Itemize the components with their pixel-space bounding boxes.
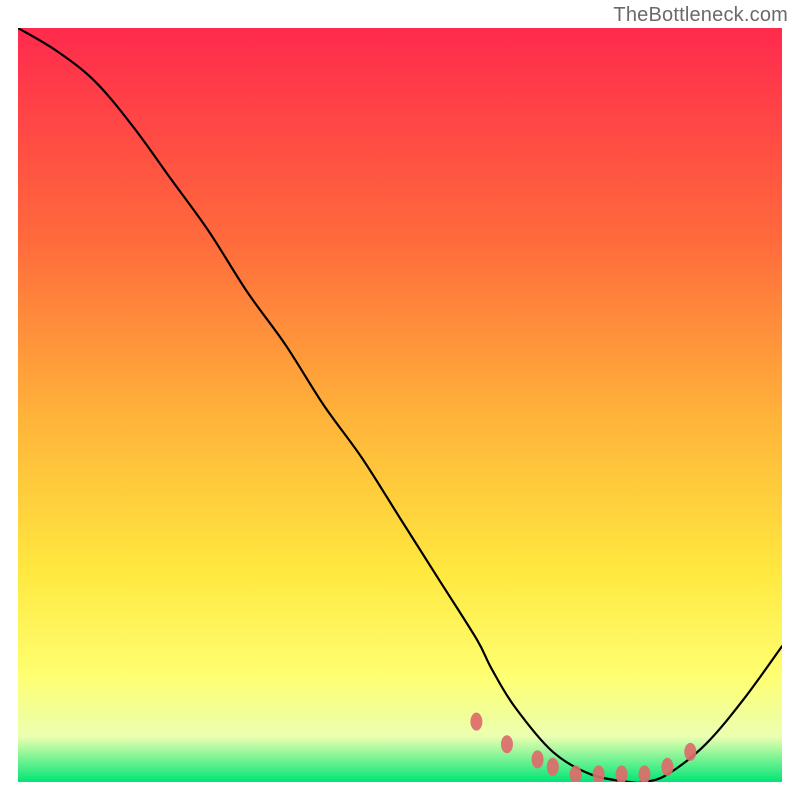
optimal-dot — [501, 735, 513, 753]
optimal-dot — [684, 743, 696, 761]
optimal-dot — [547, 758, 559, 776]
chart-svg — [18, 28, 782, 782]
optimal-dot — [661, 758, 673, 776]
attribution-text: TheBottleneck.com — [613, 4, 788, 27]
plot-area — [18, 28, 782, 782]
chart-container: TheBottleneck.com — [0, 0, 800, 800]
gradient-background — [18, 28, 782, 782]
optimal-dot — [470, 713, 482, 731]
optimal-dot — [532, 750, 544, 768]
